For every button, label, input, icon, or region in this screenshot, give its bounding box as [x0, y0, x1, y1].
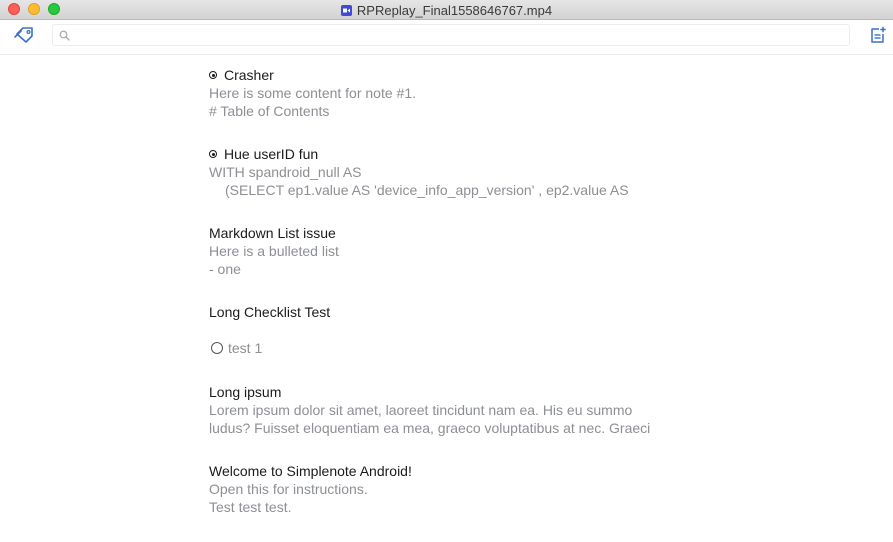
note-title-row: Hue userID fun [209, 145, 769, 163]
new-note-icon [871, 26, 886, 43]
note-title: Hue userID fun [224, 146, 319, 162]
note-item[interactable]: Welcome to Simplenote Android! Open this… [209, 462, 769, 516]
pinned-icon [209, 71, 217, 79]
search-icon [59, 30, 70, 41]
note-title: Markdown List issue [209, 225, 336, 241]
note-item[interactable]: Long ipsum Lorem ipsum dolor sit amet, l… [209, 383, 769, 437]
note-preview-line: Here is a bulleted list [209, 243, 339, 259]
note-preview-line: Lorem ipsum dolor sit amet, laoreet tinc… [209, 402, 633, 418]
unchecked-circle-icon [211, 342, 223, 354]
note-item[interactable]: Markdown List issue Here is a bulleted l… [209, 224, 769, 278]
app-window: RPReplay_Final1558646767.mp4 Crasher Her… [0, 0, 893, 542]
note-title: Long ipsum [209, 384, 282, 400]
note-title: Long Checklist Test [209, 304, 331, 320]
note-preview-line: (SELECT ep1.value AS 'device_info_app_ve… [225, 182, 629, 198]
note-item[interactable]: Long Checklist Test test 1 [209, 303, 769, 357]
note-item[interactable]: Hue userID fun WITH spandroid_null AS (S… [209, 145, 769, 199]
tag-icon [14, 27, 33, 43]
note-preview-line: Open this for instructions. [209, 481, 368, 497]
video-file-icon [340, 4, 352, 16]
note-preview-line: ludus? Fuisset eloquentiam ea mea, graec… [209, 420, 651, 436]
title-bar: RPReplay_Final1558646767.mp4 [0, 0, 893, 20]
pinned-icon [209, 150, 217, 158]
search-input[interactable] [73, 25, 843, 45]
checklist-item: test 1 [209, 339, 769, 357]
new-note-button[interactable] [870, 26, 886, 44]
note-item[interactable]: Crasher Here is some content for note #1… [209, 66, 769, 120]
tags-button[interactable] [14, 26, 36, 44]
window-title: RPReplay_Final1558646767.mp4 [356, 2, 553, 18]
note-preview-line: # Table of Contents [209, 103, 330, 119]
note-preview-line: Here is some content for note #1. [209, 85, 416, 101]
note-title: Crasher [224, 67, 274, 83]
note-title-row: Crasher [209, 66, 769, 84]
search-field[interactable] [52, 24, 850, 46]
note-preview-line: - one [209, 261, 241, 277]
note-title: Welcome to Simplenote Android! [209, 463, 412, 479]
note-preview-line: Test test test. [209, 499, 292, 515]
note-preview-line: WITH spandroid_null AS [209, 164, 362, 180]
window-title-group: RPReplay_Final1558646767.mp4 [0, 0, 893, 20]
toolbar [0, 20, 893, 55]
note-preview-line [209, 321, 769, 339]
checklist-item-label: test 1 [228, 340, 263, 356]
